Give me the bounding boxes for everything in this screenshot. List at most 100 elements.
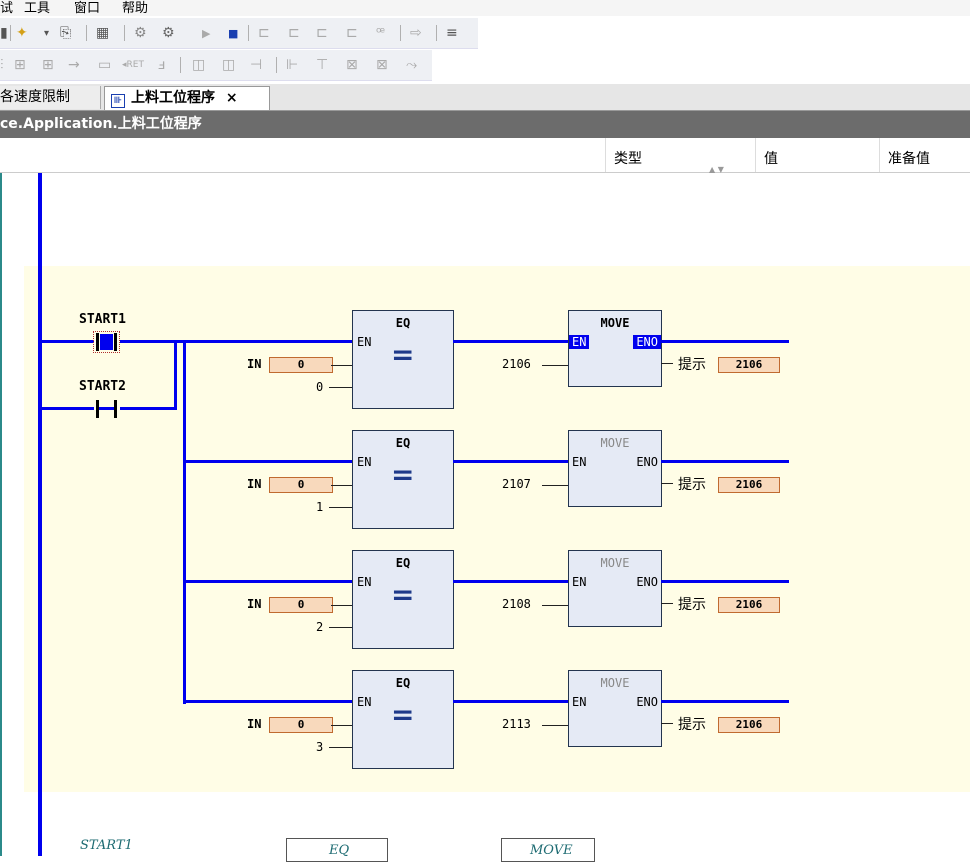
write-value-icon[interactable]: ⇨: [410, 25, 422, 41]
contact-icon[interactable]: ◫: [192, 57, 205, 73]
compare-constant[interactable]: 1: [316, 500, 323, 514]
step-out-icon[interactable]: ⊏: [346, 25, 358, 41]
menu-help[interactable]: 帮助: [122, 0, 148, 16]
toolbar-main: ▮ ✦ ▾ ⎘ ▦ ⚙ ⚙ ▶ ■ ⊏ ⊏ ⊏ ⊏ ꟹ ⇨ ≡: [0, 18, 478, 49]
power-rail: [38, 173, 42, 856]
col-value[interactable]: 值: [764, 148, 778, 168]
menu-bar: 试 工具 窗口 帮助: [0, 0, 970, 16]
ladder-file-icon: ⊪: [111, 94, 125, 108]
ladder-network: [24, 266, 970, 792]
eq-block[interactable]: EQ EN =: [352, 430, 454, 529]
move-block[interactable]: MOVE EN ENO: [568, 670, 662, 747]
export-icon[interactable]: ⎘: [60, 25, 71, 41]
contact-start2-label: START2: [79, 379, 126, 394]
contact-start2[interactable]: [93, 398, 120, 420]
move-en: EN: [572, 695, 587, 709]
move-input-constant[interactable]: 2106: [502, 357, 531, 371]
col-prepared-value[interactable]: 准备值: [888, 148, 930, 168]
output-variable[interactable]: 提示: [678, 714, 706, 734]
tab-loading-station[interactable]: ⊪ 上料工位程序 ×: [104, 86, 270, 110]
box-en-icon[interactable]: ⊠: [376, 57, 388, 73]
step-into-icon[interactable]: ⊏: [316, 25, 328, 41]
output-value[interactable]: 2106: [718, 357, 780, 373]
branch-icon[interactable]: ⊤: [316, 57, 328, 73]
cursor-icon[interactable]: ꟹ: [376, 25, 385, 41]
collapse-up-icon[interactable]: ▲ ▼: [709, 165, 724, 174]
declaration-header: 类型 值 准备值 ▲ ▼: [0, 138, 970, 174]
move-block[interactable]: MOVE EN ENO: [568, 310, 662, 387]
jump-icon[interactable]: →: [68, 57, 80, 73]
box-icon[interactable]: ⊠: [346, 57, 358, 73]
move-en: EN: [572, 575, 587, 589]
output-variable[interactable]: 提示: [678, 354, 706, 374]
menu-debug[interactable]: 试: [0, 0, 13, 16]
in-value[interactable]: 0: [269, 597, 333, 613]
output-value[interactable]: 2106: [718, 597, 780, 613]
fbd-contact-start1: START1: [80, 838, 133, 853]
return-icon[interactable]: ◂RET: [122, 60, 144, 70]
new-object-icon[interactable]: ✦: [16, 25, 28, 41]
contact-start1-label: START1: [79, 312, 126, 327]
insert-network-icon[interactable]: ⊞: [14, 57, 26, 73]
contact-start1[interactable]: [93, 331, 120, 353]
move-eno: ENO: [636, 695, 658, 709]
eq-block[interactable]: EQ EN =: [352, 310, 454, 409]
in-label: IN: [247, 357, 262, 371]
move-eno: ENO: [636, 455, 658, 469]
login-icon[interactable]: ⚙: [134, 25, 147, 41]
tab-speed-limit[interactable]: 各速度限制: [0, 86, 101, 109]
move-en: EN: [572, 455, 587, 469]
menu-window[interactable]: 窗口: [74, 0, 100, 16]
in-label: IN: [247, 597, 262, 611]
coil-icon[interactable]: ⊣: [250, 57, 262, 73]
equals-symbol: =: [391, 578, 415, 611]
move-eno: ENO: [633, 335, 661, 349]
editor-tabs: 各速度限制 ⊪ 上料工位程序 ×: [0, 84, 970, 111]
in-value[interactable]: 0: [269, 357, 333, 373]
compare-constant[interactable]: 0: [316, 380, 323, 394]
in-label: IN: [247, 477, 262, 491]
comment-icon[interactable]: ⤳: [406, 57, 417, 73]
negated-contact-icon[interactable]: ◫: [222, 57, 235, 73]
output-value[interactable]: 2106: [718, 477, 780, 493]
calculator-icon[interactable]: ▦: [96, 25, 109, 41]
move-input-constant[interactable]: 2108: [502, 597, 531, 611]
label-icon[interactable]: ▭: [98, 57, 111, 73]
compare-constant[interactable]: 3: [316, 740, 323, 754]
move-en: EN: [569, 335, 590, 349]
output-variable[interactable]: 提示: [678, 594, 706, 614]
run-icon[interactable]: ▶: [202, 27, 210, 40]
fbd-move-block[interactable]: MOVE: [501, 838, 595, 862]
eq-block[interactable]: EQ EN =: [352, 670, 454, 769]
in-value[interactable]: 0: [269, 717, 333, 733]
move-input-constant[interactable]: 2107: [502, 477, 531, 491]
eq-block[interactable]: EQ EN =: [352, 550, 454, 649]
force-icon[interactable]: ≡: [446, 25, 458, 41]
col-type[interactable]: 类型: [614, 148, 642, 168]
chevron-down-icon[interactable]: ▾: [44, 28, 49, 39]
in-label: IN: [247, 717, 262, 731]
menu-tools[interactable]: 工具: [24, 0, 50, 16]
output-variable[interactable]: 提示: [678, 474, 706, 494]
logout-icon[interactable]: ⚙: [162, 25, 175, 41]
network-icon[interactable]: ⫶: [0, 57, 4, 73]
equals-symbol: =: [391, 338, 415, 371]
insert-network-below-icon[interactable]: ⊞: [42, 57, 54, 73]
step-over-icon[interactable]: ⊏: [288, 25, 300, 41]
parallel-branch-icon[interactable]: ⊩: [286, 57, 298, 73]
move-block[interactable]: MOVE EN ENO: [568, 550, 662, 627]
move-input-constant[interactable]: 2113: [502, 717, 531, 731]
toolbar-ladder: ⫶ ⊞ ⊞ → ▭ ◂RET ⅎ ◫ ◫ ⊣ ⊩ ⊤ ⊠ ⊠ ⤳: [0, 50, 432, 81]
stop-icon[interactable]: ■: [228, 27, 238, 40]
compare-constant[interactable]: 2: [316, 620, 323, 634]
output-value[interactable]: 2106: [718, 717, 780, 733]
fbd-eq-block[interactable]: EQ: [286, 838, 388, 862]
save-icon[interactable]: ▮: [0, 25, 8, 41]
move-eno: ENO: [636, 575, 658, 589]
in-value[interactable]: 0: [269, 477, 333, 493]
path-bar: ce.Application.上料工位程序: [0, 111, 970, 138]
close-icon[interactable]: ×: [226, 90, 238, 106]
coil-set-icon[interactable]: ⅎ: [158, 57, 165, 73]
breakpoint-icon[interactable]: ⊏: [258, 25, 270, 41]
move-block[interactable]: MOVE EN ENO: [568, 430, 662, 507]
